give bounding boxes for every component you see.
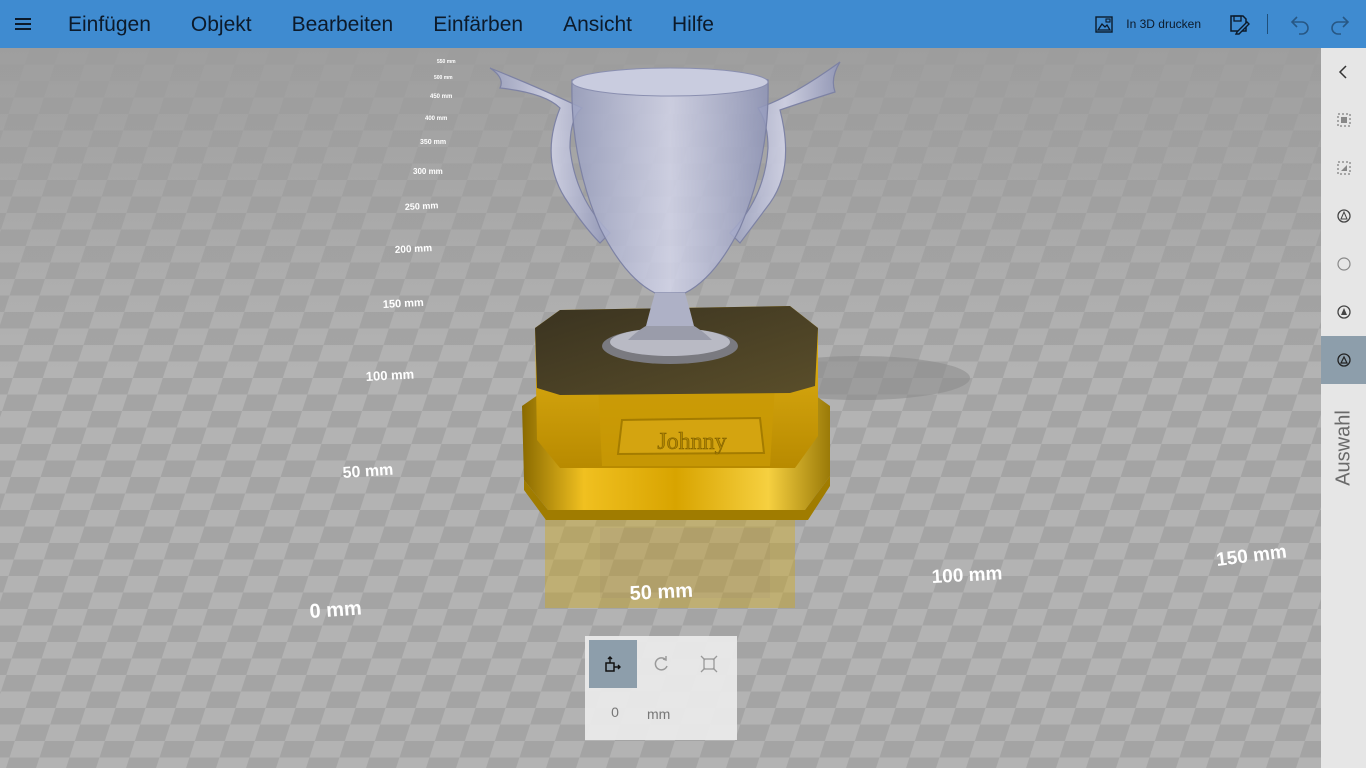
ruler-left-label: 100 mm [365, 366, 414, 384]
rotate-icon [654, 656, 668, 671]
ruler-left-label: 350 mm [420, 139, 446, 146]
vertex-select-icon [1336, 305, 1351, 319]
transform-tools [585, 636, 737, 692]
hamburger-menu-icon[interactable] [0, 0, 46, 48]
print-3d-icon [1095, 16, 1113, 33]
select-tool-2[interactable] [1321, 144, 1366, 192]
selection-label-text: Auswahl [1332, 410, 1354, 486]
ruler-left-label: 250 mm [405, 200, 439, 212]
undo-icon [1290, 16, 1309, 35]
trophy-base: Johnny [522, 306, 830, 520]
print-3d-label: In 3D drucken [1126, 17, 1201, 31]
redo-button[interactable] [1320, 0, 1360, 48]
redo-icon [1331, 16, 1350, 35]
right-side-panel: Auswahl [1321, 48, 1366, 768]
menu-objekt[interactable]: Objekt [171, 0, 272, 48]
trophy-engraving: Johnny [657, 429, 726, 455]
circle-select-icon [1336, 257, 1351, 271]
move-icon [605, 656, 621, 672]
chevron-left-icon [1338, 65, 1347, 79]
select-part-icon [1337, 161, 1350, 175]
ruler-bottom-label: 100 mm [931, 563, 1003, 588]
ruler-left-label: 0 mm [309, 597, 363, 623]
move-tool-button[interactable] [589, 640, 637, 688]
menu-einfaerben[interactable]: Einfärben [413, 0, 543, 48]
undo-button[interactable] [1280, 0, 1320, 48]
print-3d-button[interactable]: In 3D drucken [1084, 0, 1211, 48]
menu-hilfe[interactable]: Hilfe [652, 0, 734, 48]
transform-panel: mm [585, 636, 737, 740]
transform-unit-label: mm [647, 706, 671, 722]
save-edit-icon [1230, 15, 1250, 35]
mesh-select-icon [1336, 209, 1351, 223]
top-right-actions: In 3D drucken [1084, 0, 1366, 48]
ruler-bottom-label: 50 mm [629, 580, 693, 605]
ruler-left-label: 400 mm [425, 116, 447, 122]
save-button[interactable] [1219, 0, 1259, 48]
ruler-left-label: 50 mm [342, 461, 394, 481]
menu-ansicht[interactable]: Ansicht [543, 0, 652, 48]
toolbar-separator [1267, 14, 1268, 34]
menu-bearbeiten[interactable]: Bearbeiten [272, 0, 414, 48]
ruler-left-label: 150 mm [383, 297, 425, 311]
selection-panel-label: Auswahl [1321, 378, 1366, 518]
triangle-select-icon [1336, 353, 1351, 367]
rotate-tool-button[interactable] [637, 640, 685, 688]
transform-value-input[interactable] [603, 704, 627, 720]
ruler-left-label: 200 mm [395, 243, 433, 256]
menu-einfuegen[interactable]: Einfügen [48, 0, 171, 48]
scale-tool-button[interactable] [685, 640, 733, 688]
main-menu: Einfügen Objekt Bearbeiten Einfärben Ans… [48, 0, 734, 48]
ruler-left-label: 500 mm [434, 75, 453, 81]
select-objects-icon [1337, 113, 1350, 127]
select-tool-5[interactable] [1321, 288, 1366, 336]
select-tool-4[interactable] [1321, 240, 1366, 288]
ruler-left-label: 450 mm [430, 94, 452, 100]
ruler-left-label: 300 mm [413, 167, 443, 176]
select-tool-3[interactable] [1321, 192, 1366, 240]
scale-icon [700, 655, 718, 673]
ruler-left-label: 550 mm [437, 59, 456, 65]
top-menu-bar: Einfügen Objekt Bearbeiten Einfärben Ans… [0, 0, 1366, 48]
select-tool-6[interactable] [1321, 336, 1366, 384]
select-tool-1[interactable] [1321, 96, 1366, 144]
collapse-panel-button[interactable] [1321, 48, 1366, 96]
